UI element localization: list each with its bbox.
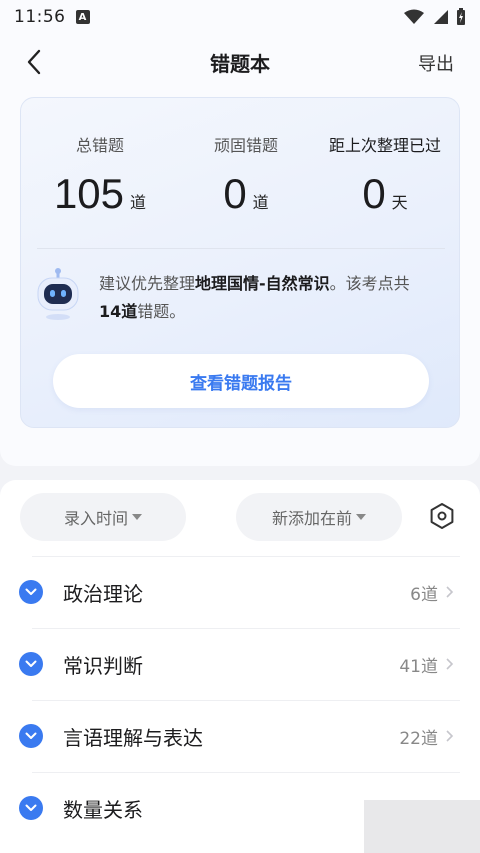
signal-icon: [434, 10, 448, 24]
stat-days-label: 距上次整理已过: [328, 136, 441, 155]
suggestion-text: 建议优先整理地理国情-自然常识。该考点共 14道错题。: [99, 270, 449, 326]
tip-count: 14道: [99, 302, 138, 321]
divider: [37, 248, 445, 249]
category-list-panel: 录入时间 新添加在前 政治理论 6道 常识判断 41道 言语理解与表达 22道: [0, 480, 480, 853]
tip-prefix: 建议优先整理: [99, 274, 196, 293]
category-count: 41道: [399, 656, 438, 677]
stat-days-unit: 天: [391, 193, 408, 212]
category-row-verbal[interactable]: 言语理解与表达 22道: [0, 700, 480, 772]
category-count: 6道: [410, 584, 438, 605]
stat-stubborn-wrong: 顽固错题 0 道: [181, 98, 311, 248]
caret-down-icon: [356, 514, 366, 520]
notification-a-icon: A: [75, 10, 90, 24]
export-button[interactable]: 导出: [418, 50, 454, 76]
category-count: 22道: [399, 728, 438, 749]
summary-card: 总错题 105 道 顽固错题 0 道 距上次整理已过 0 天 建议优先整理地理国…: [20, 97, 460, 428]
chevron-left-icon: [27, 49, 41, 75]
tip-mid: 。该考点共: [329, 274, 410, 293]
floating-overlay: [364, 800, 480, 853]
tip-topic: 地理国情-自然常识: [195, 274, 330, 293]
page-title: 错题本: [210, 51, 270, 76]
chevron-right-icon: [446, 658, 454, 670]
row-divider: [32, 700, 460, 701]
wifi-icon: [404, 9, 424, 24]
stat-total-label: 总错题: [75, 136, 124, 155]
status-icons: [404, 8, 466, 26]
expand-chevron-icon[interactable]: [19, 796, 43, 820]
expand-chevron-icon[interactable]: [19, 724, 43, 748]
chevron-right-icon: [446, 586, 454, 598]
view-report-button[interactable]: 查看错题报告: [53, 354, 429, 408]
category-name: 政治理论: [63, 581, 143, 606]
back-button[interactable]: [18, 46, 50, 78]
category-name: 言语理解与表达: [63, 725, 203, 750]
category-row-common-sense[interactable]: 常识判断 41道: [0, 628, 480, 700]
filter-time-label: 录入时间: [63, 509, 128, 528]
robot-assistant-icon: [37, 268, 79, 320]
stats-row: 总错题 105 道 顽固错题 0 道 距上次整理已过 0 天: [21, 98, 459, 248]
nav-bar: 错题本 导出: [0, 34, 480, 90]
battery-charging-icon: [457, 8, 465, 25]
stat-stubborn-label: 顽固错题: [213, 136, 278, 155]
expand-chevron-icon[interactable]: [19, 580, 43, 604]
status-time: 11:56: [14, 7, 66, 27]
status-bar: 11:56 A: [0, 0, 480, 34]
sort-order-dropdown[interactable]: 新添加在前: [236, 493, 402, 541]
stat-total-value: 105: [53, 170, 125, 217]
sort-by-entry-time-dropdown[interactable]: 录入时间: [20, 493, 186, 541]
caret-down-icon: [132, 514, 142, 520]
expand-chevron-icon[interactable]: [19, 652, 43, 676]
stat-days-since: 距上次整理已过 0 天: [315, 98, 455, 248]
tip-suffix: 错题。: [137, 302, 186, 321]
settings-hexagon-icon[interactable]: [428, 502, 456, 530]
stat-total-unit: 道: [130, 193, 147, 212]
stat-days-value: 0: [362, 170, 386, 217]
row-divider: [32, 628, 460, 629]
chevron-right-icon: [446, 730, 454, 742]
category-name: 数量关系: [63, 797, 143, 822]
stat-total-wrong: 总错题 105 道: [35, 98, 165, 248]
category-row-politics[interactable]: 政治理论 6道: [0, 556, 480, 628]
row-divider: [32, 772, 460, 773]
filter-order-label: 新添加在前: [271, 509, 352, 528]
row-divider: [32, 556, 460, 557]
stat-stubborn-value: 0: [223, 170, 247, 217]
stat-stubborn-unit: 道: [252, 193, 269, 212]
category-name: 常识判断: [63, 653, 143, 678]
